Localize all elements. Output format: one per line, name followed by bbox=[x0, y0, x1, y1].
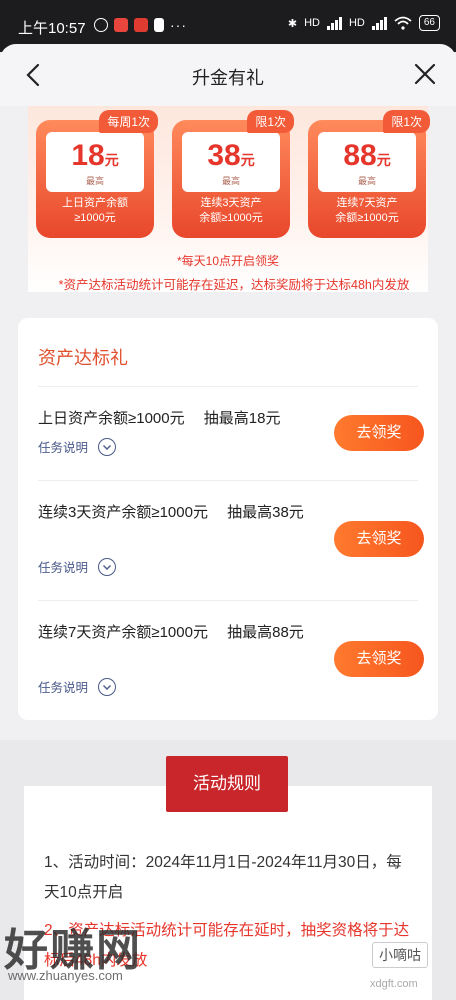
prize-condition: 连续3天资产 余额≥1000元 bbox=[199, 197, 263, 224]
banner-note-delay: *资产达标活动统计可能存在延迟，达标奖励将于达标48h内发放 bbox=[58, 278, 410, 292]
chevron-down-icon bbox=[98, 677, 117, 696]
hd-label: HD bbox=[304, 17, 320, 29]
more-dots: ··· bbox=[170, 17, 187, 33]
nav-header: 升金有礼 bbox=[0, 44, 456, 106]
prize-card-18: 18元 最高 上日资产余额 ≥1000元 每周1次 bbox=[36, 110, 158, 238]
chevron-down-icon bbox=[98, 437, 117, 456]
battery-icon: 66 bbox=[418, 15, 440, 31]
task-card: 资产达标礼 上日资产余额≥1000元 抽最高18元 任务说明 去领奖 连续3天资… bbox=[18, 318, 438, 720]
prize-max-label: 最高 bbox=[221, 176, 240, 186]
signal-icon bbox=[326, 16, 342, 30]
prize-amount-box: 88元 最高 bbox=[318, 132, 416, 192]
task-help-link[interactable]: 任务说明 bbox=[38, 677, 117, 696]
prize-card-38: 38元 最高 连续3天资产 余额≥1000元 限1次 bbox=[172, 110, 294, 238]
alarm-icon bbox=[94, 18, 108, 32]
prize-frequency-tag: 限1次 bbox=[383, 110, 430, 133]
task-text: 连续3天资产余额≥1000元 抽最高38元 bbox=[38, 504, 304, 521]
tiktok-icon bbox=[154, 18, 164, 32]
hd-label-2: HD bbox=[348, 17, 365, 29]
prize-frequency-tag: 每周1次 bbox=[99, 110, 158, 133]
wifi-icon bbox=[394, 16, 412, 30]
prize-card-88: 88元 最高 连续7天资产 余额≥1000元 限1次 bbox=[308, 110, 430, 238]
prize-amount: 88元 bbox=[343, 139, 391, 172]
banner-note-daily: *每天10点开启领奖 bbox=[176, 254, 280, 268]
task-row: 上日资产余额≥1000元 抽最高18元 任务说明 去领奖 bbox=[38, 386, 424, 480]
task-text: 连续7天资产余额≥1000元 抽最高88元 bbox=[38, 624, 304, 641]
prize-banner: 18元 最高 上日资产余额 ≥1000元 每周1次 38元 最高 连续3天资产 余额… bbox=[28, 106, 430, 292]
prize-amount: 18元 bbox=[71, 139, 119, 172]
prize-max-label: 最高 bbox=[357, 176, 376, 186]
prize-condition: 上日资产余额 ≥1000元 bbox=[62, 197, 128, 224]
prize-amount: 38元 bbox=[207, 139, 255, 172]
prize-amount-box: 38元 最高 bbox=[182, 132, 280, 192]
task-text: 上日资产余额≥1000元 抽最高18元 bbox=[38, 410, 281, 427]
claim-button[interactable]: 去领奖 bbox=[334, 415, 424, 451]
app-notification-icon bbox=[114, 18, 128, 32]
app-notification-icon-2 bbox=[134, 18, 148, 32]
task-help-link[interactable]: 任务说明 bbox=[38, 557, 117, 576]
prize-max-label: 最高 bbox=[85, 176, 104, 186]
status-right-icons: ✱ HD HD 66 bbox=[288, 15, 440, 31]
task-row: 连续7天资产余额≥1000元 抽最高88元 任务说明 去领奖 bbox=[38, 600, 424, 720]
rules-title-button[interactable]: 活动规则 bbox=[166, 756, 288, 812]
watermark-badge: 小嘀咕 bbox=[372, 942, 428, 968]
prize-condition: 连续7天资产 余额≥1000元 bbox=[335, 197, 399, 224]
chevron-down-icon bbox=[98, 557, 117, 576]
prize-frequency-tag: 限1次 bbox=[247, 110, 294, 133]
task-card-title: 资产达标礼 bbox=[38, 348, 128, 368]
signal-icon-2 bbox=[371, 16, 387, 30]
claim-button[interactable]: 去领奖 bbox=[334, 641, 424, 677]
page-title: 升金有礼 bbox=[192, 68, 264, 88]
prize-amount-box: 18元 最高 bbox=[46, 132, 144, 192]
watermark-url: www.zhuanyes.com bbox=[8, 968, 123, 983]
status-time: 上午10:57 bbox=[18, 20, 86, 37]
status-left-icons: ··· bbox=[94, 17, 187, 33]
task-row: 连续3天资产余额≥1000元 抽最高38元 任务说明 去领奖 bbox=[38, 480, 424, 600]
watermark-site: xdgft.com bbox=[370, 978, 418, 990]
close-icon[interactable] bbox=[412, 61, 438, 87]
task-help-link[interactable]: 任务说明 bbox=[38, 437, 117, 456]
rule-item: 1、活动时间：2024年11月1日-2024年11月30日，每天10点开启 bbox=[44, 854, 402, 901]
bluetooth-icon: ✱ bbox=[287, 17, 298, 30]
claim-button[interactable]: 去领奖 bbox=[334, 521, 424, 557]
